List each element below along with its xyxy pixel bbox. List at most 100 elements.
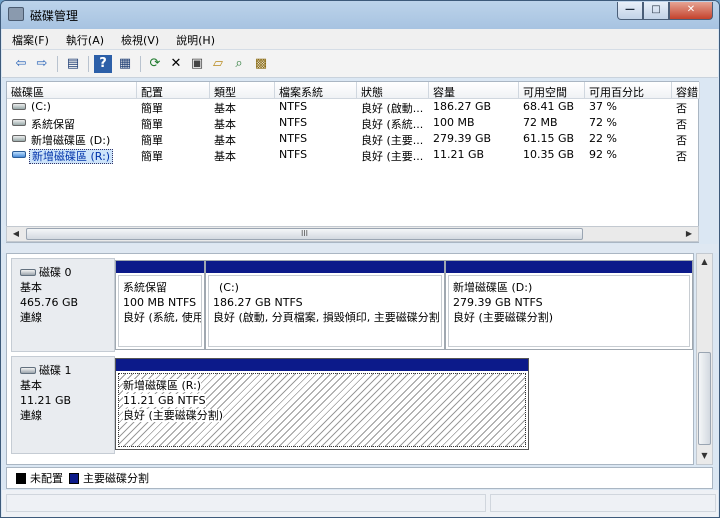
table-row[interactable]: 系統保留 簡單 基本 NTFS 良好 (系統... 100 MB 72 MB 7… [7, 115, 700, 131]
volume-status: 良好 (主要... [361, 134, 424, 147]
volume-fault-tolerance: 否 [676, 150, 687, 163]
unallocated-swatch [16, 472, 26, 484]
column-header-fault-tolerance[interactable]: 容錯 [672, 82, 700, 99]
volume-name: 新增磁碟區 (R:) [29, 148, 135, 164]
primary-partition-bar [116, 261, 204, 273]
refresh-icon[interactable]: ⟳ [146, 55, 164, 73]
volume-name: (C:) [31, 100, 51, 113]
primary-partition-bar [446, 261, 692, 273]
disk-state: 連線 [20, 409, 42, 422]
volume-filesystem: NTFS [279, 148, 308, 161]
help-icon[interactable]: ? [94, 55, 112, 73]
menu-help[interactable]: 說明(H) [166, 29, 222, 49]
volume-filesystem: NTFS [279, 100, 308, 113]
primary-partition-swatch [69, 472, 79, 484]
partition-name: 新增磁碟區 (R:) [123, 379, 202, 392]
table-row-selected[interactable]: 新增磁碟區 (R:) 簡單 基本 NTFS 良好 (主要... 11.21 GB… [7, 147, 700, 164]
volume-capacity: 11.21 GB [433, 148, 485, 161]
column-header-layout[interactable]: 配置 [137, 82, 210, 99]
primary-partition-bar [116, 359, 528, 371]
volume-name: 系統保留 [31, 118, 75, 131]
volume-free-space: 61.15 GB [523, 132, 575, 145]
partition-r[interactable]: 新增磁碟區 (R:) 11.21 GB NTFS 良好 (主要磁碟分割) [115, 358, 529, 450]
volume-fault-tolerance: 否 [676, 118, 687, 131]
partition-status: 良好 (系統, 使用 [123, 311, 202, 324]
menu-view[interactable]: 檢視(V) [111, 29, 166, 49]
delete-icon[interactable]: ✕ [167, 55, 185, 73]
table-row[interactable]: 新增磁碟區 (D:) 簡單 基本 NTFS 良好 (主要... 279.39 G… [7, 131, 700, 147]
scroll-thumb[interactable]: III [26, 228, 583, 240]
status-bar [2, 490, 718, 517]
column-header-free-space[interactable]: 可用空間 [519, 82, 585, 99]
partition-system-reserved[interactable]: 系統保留 100 MB NTFS 良好 (系統, 使用 [115, 260, 205, 350]
show-hide-action-icon[interactable]: ▦ [116, 55, 134, 73]
vertical-scrollbar[interactable]: ▲ ▼ [696, 253, 713, 465]
settings-icon[interactable]: ▩ [252, 55, 270, 73]
scroll-right-icon[interactable]: ▶ [681, 228, 697, 240]
disk-1-label[interactable]: 磁碟 1 基本 11.21 GB 連線 [11, 356, 115, 454]
column-header-percent-free[interactable]: 可用百分比 [585, 82, 672, 99]
volume-layout: 簡單 [141, 102, 163, 115]
status-segment [490, 494, 716, 512]
partition-d[interactable]: 新增磁碟區 (D:) 279.39 GB NTFS 良好 (主要磁碟分割) [445, 260, 693, 350]
partition-size: 279.39 GB NTFS [453, 296, 543, 309]
volume-capacity: 186.27 GB [433, 100, 492, 113]
menu-file[interactable]: 檔案(F) [2, 29, 56, 49]
column-header-capacity[interactable]: 容量 [429, 82, 519, 99]
pane-splitter[interactable] [2, 244, 718, 253]
close-button[interactable]: ✕ [669, 2, 713, 20]
column-header-filesystem[interactable]: 檔案系統 [275, 82, 357, 99]
disk-icon [20, 367, 36, 374]
volume-fault-tolerance: 否 [676, 102, 687, 115]
disk-size: 11.21 GB [20, 394, 72, 407]
explore-icon[interactable]: ⌕ [230, 55, 248, 73]
partition-status: 良好 (主要磁碟分割) [123, 409, 224, 422]
volume-percent-free: 72 % [589, 116, 617, 129]
column-header-type[interactable]: 類型 [210, 82, 275, 99]
menu-action[interactable]: 執行(A) [56, 29, 111, 49]
column-header-status[interactable]: 狀態 [357, 82, 429, 99]
scroll-down-icon[interactable]: ▼ [698, 449, 711, 463]
column-header-volume[interactable]: 磁碟區 [7, 82, 137, 99]
show-hide-tree-icon[interactable]: ▤ [64, 55, 82, 73]
volume-filesystem: NTFS [279, 116, 308, 129]
disk-graphical-view: 磁碟 0 基本 465.76 GB 連線 系統保留 100 MB NTFS 良好… [6, 253, 694, 465]
scroll-thumb[interactable] [698, 352, 711, 445]
volume-free-space: 72 MB [523, 116, 558, 129]
volume-status: 良好 (系統... [361, 118, 424, 131]
maximize-button[interactable]: □ [643, 2, 669, 20]
disk-type: 基本 [20, 281, 42, 294]
scroll-up-icon[interactable]: ▲ [698, 255, 711, 269]
volume-type: 基本 [214, 118, 236, 131]
volume-capacity: 279.39 GB [433, 132, 492, 145]
horizontal-scrollbar[interactable]: ◀ III ▶ [6, 226, 699, 242]
open-folder-icon[interactable]: ▱ [209, 55, 227, 73]
primary-partition-bar [206, 261, 444, 273]
scroll-left-icon[interactable]: ◀ [8, 228, 24, 240]
minimize-button[interactable]: — [617, 2, 643, 20]
volume-name: 新增磁碟區 (D:) [31, 134, 111, 147]
toolbar-separator [88, 56, 89, 72]
forward-arrow-icon[interactable]: ⇨ [33, 55, 51, 73]
disk-management-window: 磁碟管理 — □ ✕ 檔案(F) 執行(A) 檢視(V) 說明(H) ⇦ ⇨ ▤… [0, 0, 720, 518]
status-segment [6, 494, 486, 512]
disk-name: 磁碟 1 [39, 364, 72, 377]
volume-percent-free: 37 % [589, 100, 617, 113]
drive-icon [12, 119, 26, 126]
drive-icon [12, 103, 26, 110]
window-controls: — □ ✕ [617, 2, 713, 20]
title-bar[interactable]: 磁碟管理 — □ ✕ [1, 1, 719, 29]
volume-layout: 簡單 [141, 134, 163, 147]
volume-layout: 簡單 [141, 118, 163, 131]
table-row[interactable]: (C:) 簡單 基本 NTFS 良好 (啟動... 186.27 GB 68.4… [7, 99, 700, 115]
disk-0-label[interactable]: 磁碟 0 基本 465.76 GB 連線 [11, 258, 115, 352]
disk-1-title: 磁碟 1 [20, 363, 114, 378]
properties-icon[interactable]: ▣ [188, 55, 206, 73]
window-title: 磁碟管理 [30, 9, 79, 23]
disk-state: 連線 [20, 311, 42, 324]
back-arrow-icon[interactable]: ⇦ [12, 55, 30, 73]
partition-info: 新增磁碟區 (D:) 279.39 GB NTFS 良好 (主要磁碟分割) [448, 275, 690, 347]
volume-layout: 簡單 [141, 150, 163, 163]
partition-c[interactable]: (C:) 186.27 GB NTFS 良好 (啟動, 分頁檔案, 損毀傾印, … [205, 260, 445, 350]
volume-capacity: 100 MB [433, 116, 475, 129]
